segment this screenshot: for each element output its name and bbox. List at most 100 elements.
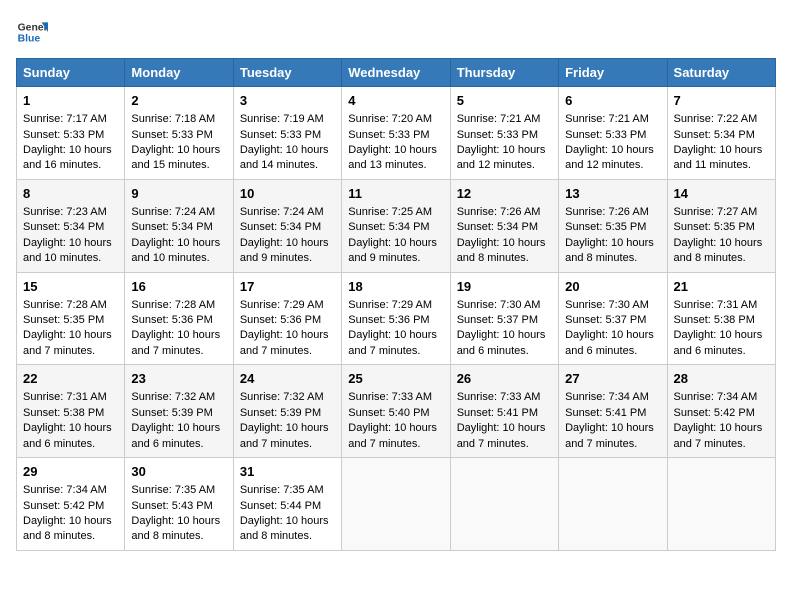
calendar-cell: 22Sunrise: 7:31 AMSunset: 5:38 PMDayligh… (17, 365, 125, 458)
sunrise-label: Sunrise: 7:21 AM (565, 113, 649, 125)
day-number: 1 (23, 92, 118, 110)
day-number: 10 (240, 185, 335, 203)
sunrise-label: Sunrise: 7:35 AM (131, 484, 215, 496)
sunset-label: Sunset: 5:35 PM (23, 314, 104, 326)
daylight-minutes: and 6 minutes. (23, 438, 95, 450)
header-day: Sunday (17, 59, 125, 87)
calendar-week-row: 15 Sunrise: 7:28 AM Sunset: 5:35 PM Dayligh… (17, 272, 776, 365)
day-number: 3 (240, 92, 335, 110)
calendar-cell: 20Sunrise: 7:30 AMSunset: 5:37 PMDayligh… (559, 272, 667, 365)
daylight-label: Daylight: 10 hours (131, 144, 220, 156)
daylight-label: Daylight: 10 hours (240, 237, 329, 249)
day-number: 14 (674, 185, 769, 203)
header-day: Friday (559, 59, 667, 87)
daylight-minutes: and 6 minutes. (131, 438, 203, 450)
sunrise-label: Sunrise: 7:26 AM (457, 206, 541, 218)
day-number: 28 (674, 370, 769, 388)
sunrise-label: Sunrise: 7:20 AM (348, 113, 432, 125)
sunrise-label: Sunrise: 7:22 AM (674, 113, 758, 125)
sunrise-label: Sunrise: 7:32 AM (131, 391, 215, 403)
sunset-label: Sunset: 5:34 PM (457, 221, 538, 233)
sunset-label: Sunset: 5:37 PM (457, 314, 538, 326)
day-number: 5 (457, 92, 552, 110)
sunset-label: Sunset: 5:41 PM (565, 407, 646, 419)
day-number: 20 (565, 278, 660, 296)
sunrise-label: Sunrise: 7:34 AM (565, 391, 649, 403)
header-day: Tuesday (233, 59, 341, 87)
daylight-minutes: and 7 minutes. (240, 345, 312, 357)
day-number: 15 (23, 278, 118, 296)
calendar-cell: 16Sunrise: 7:28 AMSunset: 5:36 PMDayligh… (125, 272, 233, 365)
calendar-cell: 23Sunrise: 7:32 AMSunset: 5:39 PMDayligh… (125, 365, 233, 458)
sunset-label: Sunset: 5:34 PM (131, 221, 212, 233)
daylight-label: Daylight: 10 hours (240, 329, 329, 341)
sunset-label: Sunset: 5:40 PM (348, 407, 429, 419)
daylight-label: Daylight: 10 hours (565, 422, 654, 434)
sunset-label: Sunset: 5:37 PM (565, 314, 646, 326)
sunrise-label: Sunrise: 7:35 AM (240, 484, 324, 496)
header-day: Monday (125, 59, 233, 87)
daylight-label: Daylight: 10 hours (240, 515, 329, 527)
daylight-label: Daylight: 10 hours (457, 144, 546, 156)
sunrise-label: Sunrise: 7:31 AM (23, 391, 107, 403)
daylight-minutes: and 14 minutes. (240, 159, 318, 171)
calendar-cell: 3Sunrise: 7:19 AMSunset: 5:33 PMDaylight… (233, 87, 341, 180)
daylight-label: Daylight: 10 hours (674, 329, 763, 341)
calendar-cell: 2Sunrise: 7:18 AMSunset: 5:33 PMDaylight… (125, 87, 233, 180)
day-number: 6 (565, 92, 660, 110)
daylight-minutes: and 9 minutes. (240, 252, 312, 264)
daylight-minutes: and 8 minutes. (674, 252, 746, 264)
sunset-label: Sunset: 5:36 PM (131, 314, 212, 326)
day-number: 17 (240, 278, 335, 296)
daylight-minutes: and 8 minutes. (565, 252, 637, 264)
daylight-label: Daylight: 10 hours (23, 237, 112, 249)
daylight-minutes: and 7 minutes. (23, 345, 95, 357)
daylight-minutes: and 10 minutes. (131, 252, 209, 264)
calendar-cell: 24Sunrise: 7:32 AMSunset: 5:39 PMDayligh… (233, 365, 341, 458)
calendar-cell: 12Sunrise: 7:26 AMSunset: 5:34 PMDayligh… (450, 179, 558, 272)
sunset-label: Sunset: 5:42 PM (23, 500, 104, 512)
day-number: 7 (674, 92, 769, 110)
daylight-minutes: and 8 minutes. (131, 530, 203, 542)
day-number: 29 (23, 463, 118, 481)
svg-text:Blue: Blue (18, 34, 41, 45)
sunset-label: Sunset: 5:33 PM (457, 129, 538, 141)
sunrise-label: Sunrise: 7:19 AM (240, 113, 324, 125)
daylight-label: Daylight: 10 hours (23, 422, 112, 434)
daylight-label: Daylight: 10 hours (240, 422, 329, 434)
sunrise-label: Sunrise: 7:33 AM (348, 391, 432, 403)
sunrise-label: Sunrise: 7:28 AM (23, 299, 107, 311)
daylight-minutes: and 7 minutes. (348, 345, 420, 357)
daylight-minutes: and 7 minutes. (674, 438, 746, 450)
daylight-label: Daylight: 10 hours (348, 329, 437, 341)
daylight-label: Daylight: 10 hours (457, 329, 546, 341)
calendar-week-row: 22Sunrise: 7:31 AMSunset: 5:38 PMDayligh… (17, 365, 776, 458)
logo-icon: General Blue (16, 16, 48, 48)
sunset-label: Sunset: 5:34 PM (348, 221, 429, 233)
sunset-label: Sunset: 5:33 PM (348, 129, 429, 141)
sunrise-label: Sunrise: 7:26 AM (565, 206, 649, 218)
day-number: 26 (457, 370, 552, 388)
sunrise-label: Sunrise: 7:31 AM (674, 299, 758, 311)
header-day: Saturday (667, 59, 775, 87)
day-number: 30 (131, 463, 226, 481)
daylight-label: Daylight: 10 hours (240, 144, 329, 156)
sunset-label: Sunset: 5:34 PM (23, 221, 104, 233)
daylight-minutes: and 13 minutes. (348, 159, 426, 171)
sunrise-label: Sunrise: 7:29 AM (348, 299, 432, 311)
sunrise-label: Sunrise: 7:23 AM (23, 206, 107, 218)
day-number: 31 (240, 463, 335, 481)
calendar-cell: 25Sunrise: 7:33 AMSunset: 5:40 PMDayligh… (342, 365, 450, 458)
sunset-label: Sunset: 5:38 PM (674, 314, 755, 326)
calendar-table: SundayMondayTuesdayWednesdayThursdayFrid… (16, 58, 776, 551)
sunset-label: Sunset: 5:35 PM (565, 221, 646, 233)
calendar-cell: 8Sunrise: 7:23 AMSunset: 5:34 PMDaylight… (17, 179, 125, 272)
daylight-label: Daylight: 10 hours (565, 237, 654, 249)
daylight-minutes: and 8 minutes. (23, 530, 95, 542)
day-number: 16 (131, 278, 226, 296)
calendar-cell (667, 458, 775, 551)
calendar-cell (559, 458, 667, 551)
day-number: 21 (674, 278, 769, 296)
daylight-minutes: and 7 minutes. (457, 438, 529, 450)
daylight-label: Daylight: 10 hours (131, 515, 220, 527)
